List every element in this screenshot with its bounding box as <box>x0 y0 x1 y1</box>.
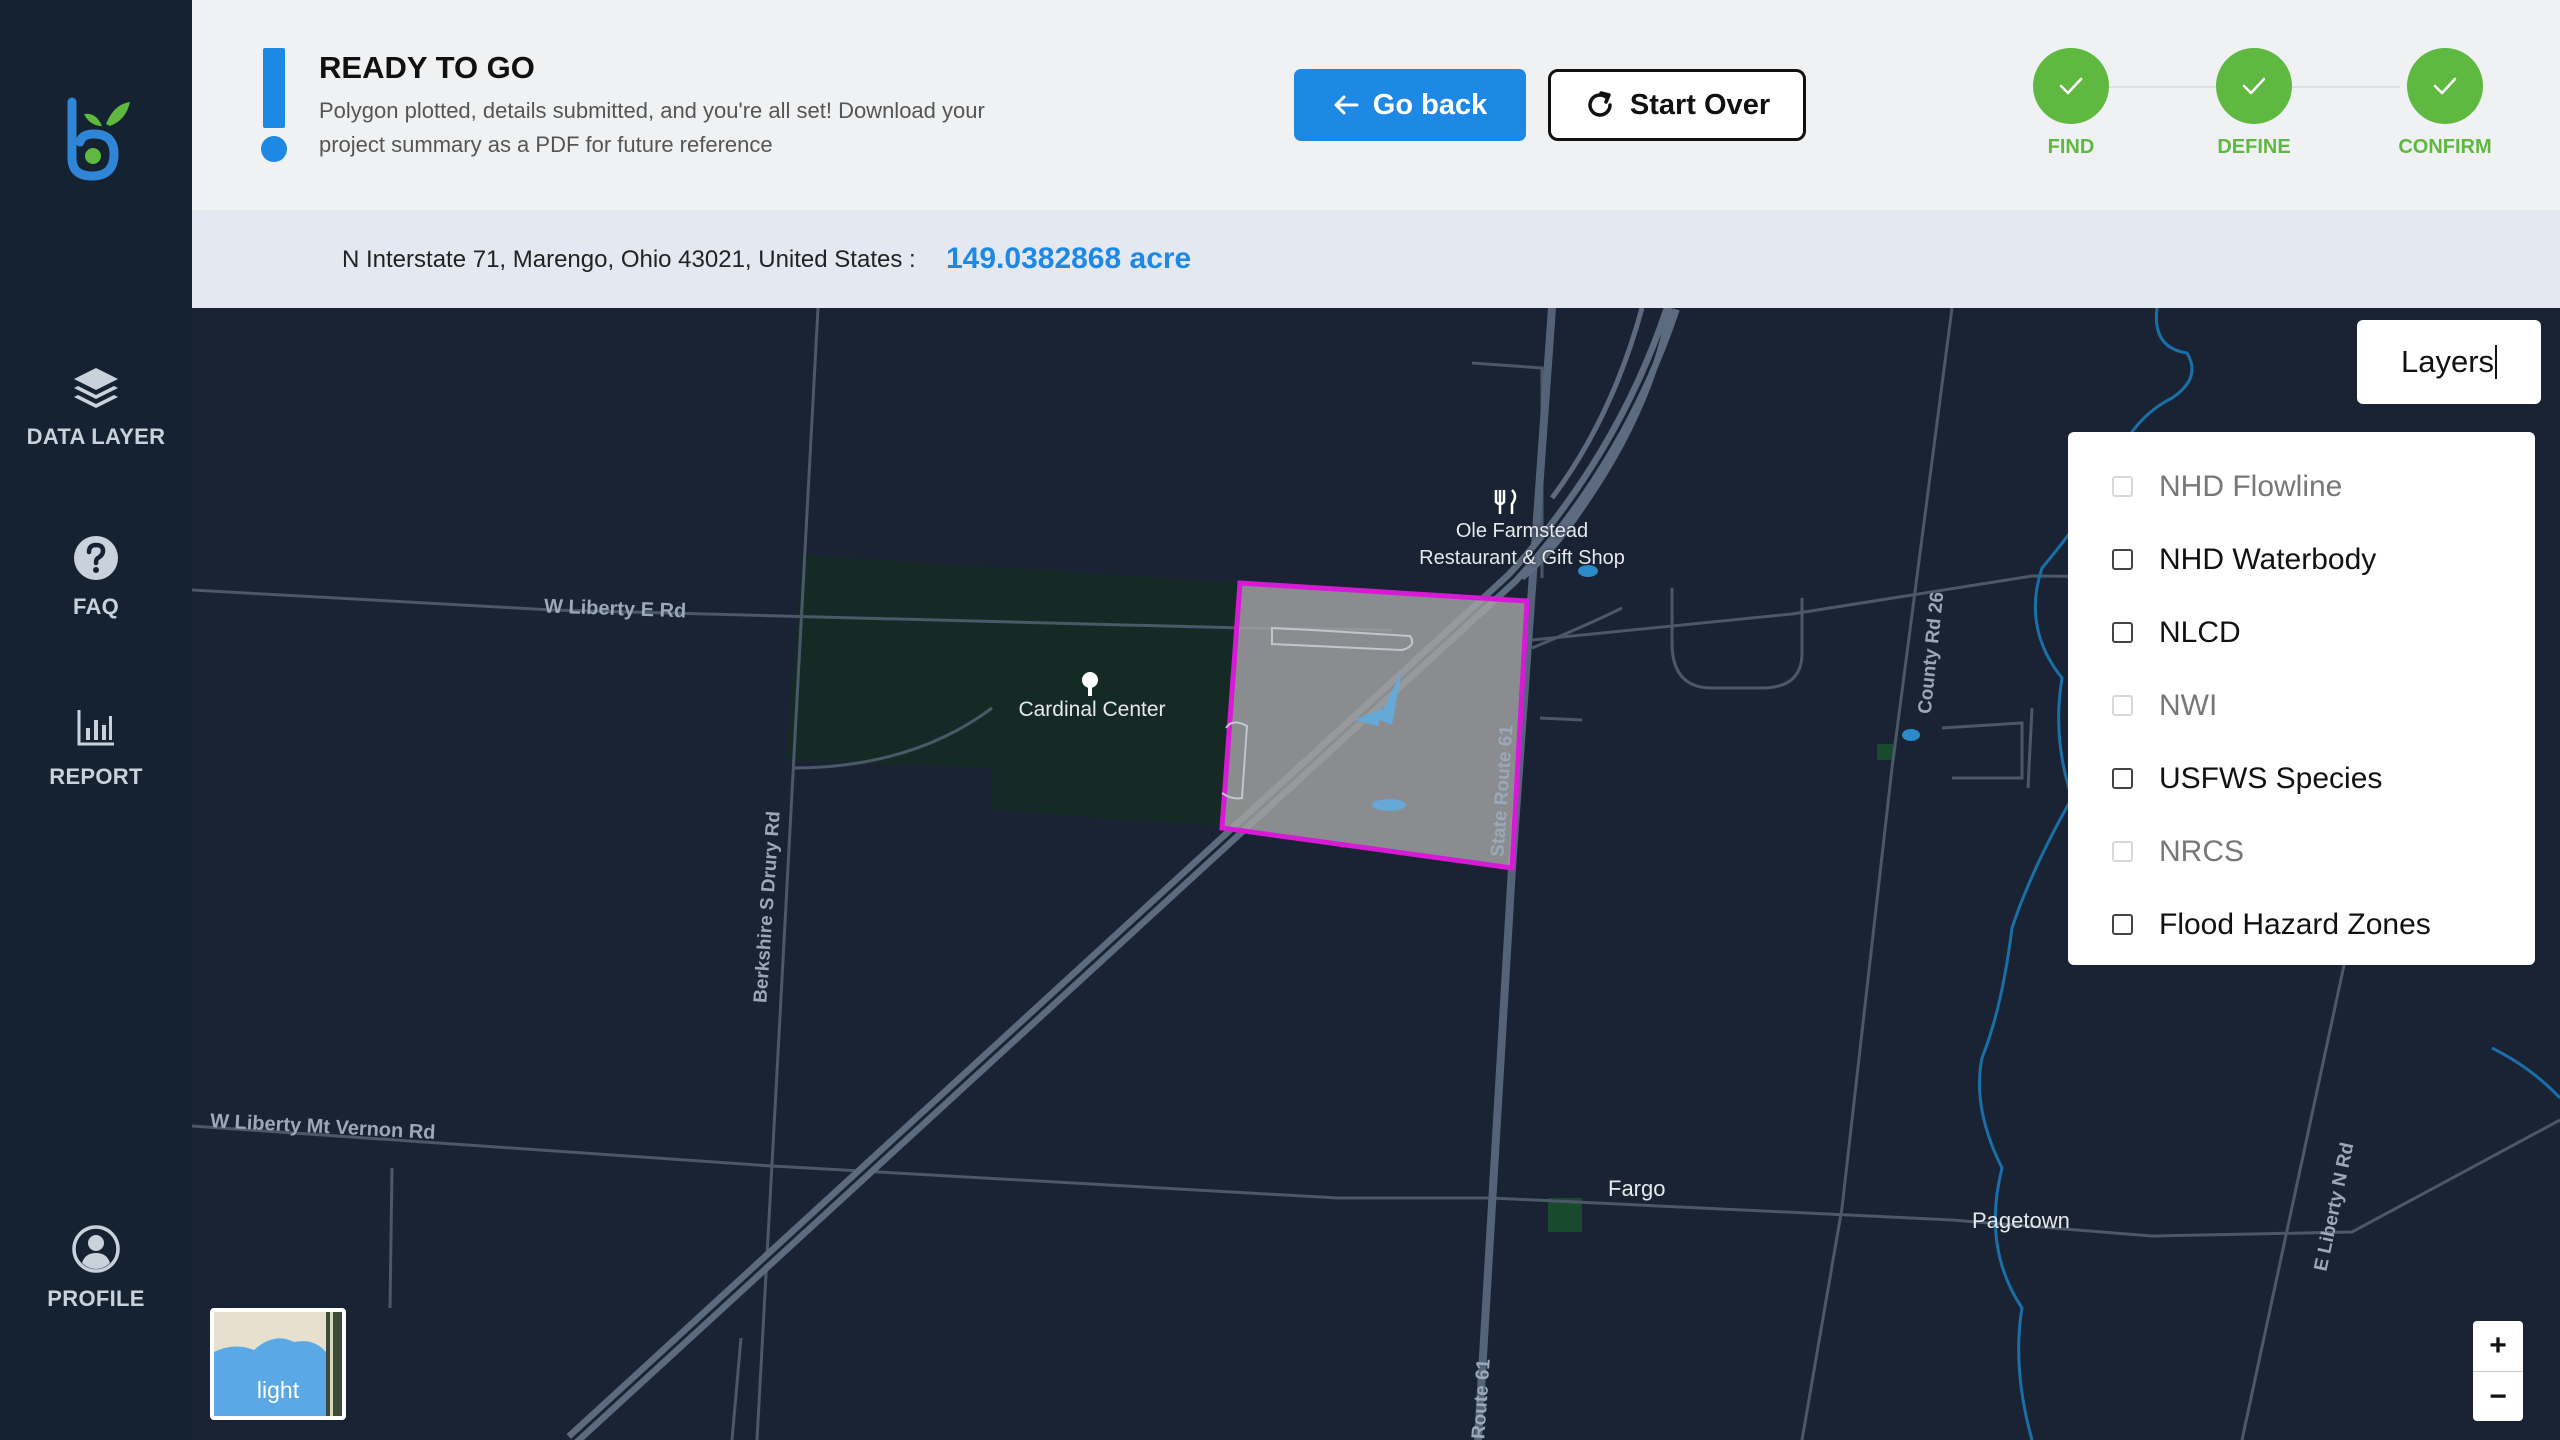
road-minor <box>388 1167 394 1309</box>
green-patch <box>1877 744 1893 760</box>
map-label-cardinal-center: Cardinal Center <box>1018 698 1166 721</box>
refresh-icon <box>1588 91 1612 117</box>
address-bar: N Interstate 71, Marengo, Ohio 43021, Un… <box>192 210 2560 308</box>
layer-checkbox[interactable] <box>2112 914 2133 935</box>
layer-label: USFWS Species <box>2159 761 2383 795</box>
sidebar-item-data-layer[interactable]: DATA LAYER <box>0 364 192 450</box>
start-over-label: Start Over <box>1629 88 1771 121</box>
road-county-26 <box>1800 308 1954 1440</box>
layer-label: NRCS <box>2159 834 2245 868</box>
road-minor <box>730 1337 743 1440</box>
map-label-town: Pagetown <box>1972 1208 2070 1233</box>
arrow-left-icon <box>1334 95 1359 115</box>
sidebar-item-label: FAQ <box>72 594 120 619</box>
map-label-road: W Liberty E Rd <box>543 595 687 623</box>
sidebar-item-profile[interactable]: PROFILE <box>0 1224 192 1312</box>
step-connector <box>2109 86 2217 88</box>
step-define <box>2216 48 2292 124</box>
start-over-button[interactable]: Start Over <box>1548 69 1806 141</box>
park-area <box>786 555 1242 828</box>
help-circle-icon <box>74 536 118 580</box>
address-text: N Interstate 71, Marengo, Ohio 43021, Un… <box>342 246 916 273</box>
step-find-label: FIND <box>2047 136 2095 158</box>
sidebar-item-report[interactable]: REPORT <box>0 704 192 790</box>
go-back-label: Go back <box>1372 88 1488 121</box>
layer-checkbox[interactable] <box>2112 768 2133 789</box>
layer-checkbox[interactable] <box>2112 622 2133 643</box>
stream-flowline <box>2491 1046 2560 1100</box>
layer-checkbox <box>2112 841 2133 862</box>
layers-button-label: Layers <box>2400 344 2495 379</box>
map-label-restaurant: Ole Farmstead Restaurant & Gift Shop <box>1372 518 1672 572</box>
user-circle-icon <box>72 1225 120 1273</box>
map-label-town: Fargo <box>1608 1176 1666 1201</box>
layer-nrcs: NRCS <box>2068 815 2535 888</box>
basemap-label: light <box>256 1377 300 1403</box>
road-minor <box>1531 606 1623 650</box>
step-confirm <box>2407 48 2483 124</box>
layer-label: NHD Waterbody <box>2159 542 2377 576</box>
zoom-control: + − <box>2473 1321 2523 1421</box>
step-connector <box>2292 86 2400 88</box>
bar-chart-icon <box>77 710 114 746</box>
road-minor <box>1941 721 2024 780</box>
sidebar: DATA LAYER FAQ REPORT PROFILE <box>0 0 192 1440</box>
road-minor <box>2026 707 2034 789</box>
layer-label: Flood Hazard Zones <box>2159 907 2431 941</box>
exclamation-icon <box>261 48 287 162</box>
layer-checkbox <box>2112 695 2133 716</box>
area-value: 149.0382868 acre <box>946 242 1192 275</box>
layer-nlcd[interactable]: NLCD <box>2068 596 2535 669</box>
map-label-line: Ole Farmstead <box>1455 520 1589 542</box>
step-confirm-label: CONFIRM <box>2398 136 2492 158</box>
map-label-line: Restaurant & Gift Shop <box>1419 547 1625 569</box>
app-logo[interactable] <box>62 96 134 182</box>
header: READY TO GO Polygon plotted, details sub… <box>192 0 2560 210</box>
layers-icon <box>74 368 118 408</box>
layer-label: NLCD <box>2159 615 2241 649</box>
layer-checkbox <box>2112 476 2133 497</box>
page-description: Polygon plotted, details submitted, and … <box>319 98 985 157</box>
layer-nwi: NWI <box>2068 669 2535 742</box>
step-find <box>2033 48 2109 124</box>
layers-button[interactable]: Layers <box>2357 320 2541 404</box>
sidebar-item-faq[interactable]: FAQ <box>0 534 192 620</box>
text-cursor <box>2495 345 2498 379</box>
layer-label: NHD Flowline <box>2159 469 2343 503</box>
pond <box>1902 729 1920 741</box>
polygon-waterbody <box>1372 799 1406 811</box>
layer-nhd-flowline: NHD Flowline <box>2068 450 2535 523</box>
check-icon <box>2242 77 2266 95</box>
layer-checkbox[interactable] <box>2112 549 2133 570</box>
layer-flood-hazard-zones[interactable]: Flood Hazard Zones <box>2068 888 2535 961</box>
zoom-in-button[interactable]: + <box>2473 1321 2523 1371</box>
step-define-label: DEFINE <box>2217 136 2291 158</box>
sidebar-item-label: REPORT <box>49 764 143 789</box>
check-icon <box>2433 77 2457 95</box>
basemap-switcher[interactable]: light <box>210 1308 346 1420</box>
sidebar-item-label: DATA LAYER <box>26 424 166 449</box>
check-icon <box>2059 77 2083 95</box>
go-back-button[interactable]: Go back <box>1294 69 1526 141</box>
road-minor <box>1539 716 1583 722</box>
sidebar-item-label: PROFILE <box>47 1286 145 1311</box>
selected-polygon <box>1219 580 1530 871</box>
zoom-out-button[interactable]: − <box>2473 1371 2523 1421</box>
layers-panel: NHD Flowline NHD Waterbody NLCD NWI USFW… <box>2068 432 2535 965</box>
road-loop <box>1670 588 1804 690</box>
restaurant-icon <box>1494 489 1517 514</box>
layer-label: NWI <box>2159 688 2218 722</box>
road-w-liberty-mt <box>192 1118 2560 1238</box>
page-title: READY TO GO <box>319 50 535 85</box>
layer-nhd-waterbody[interactable]: NHD Waterbody <box>2068 523 2535 596</box>
layer-usfws-species[interactable]: USFWS Species <box>2068 742 2535 815</box>
